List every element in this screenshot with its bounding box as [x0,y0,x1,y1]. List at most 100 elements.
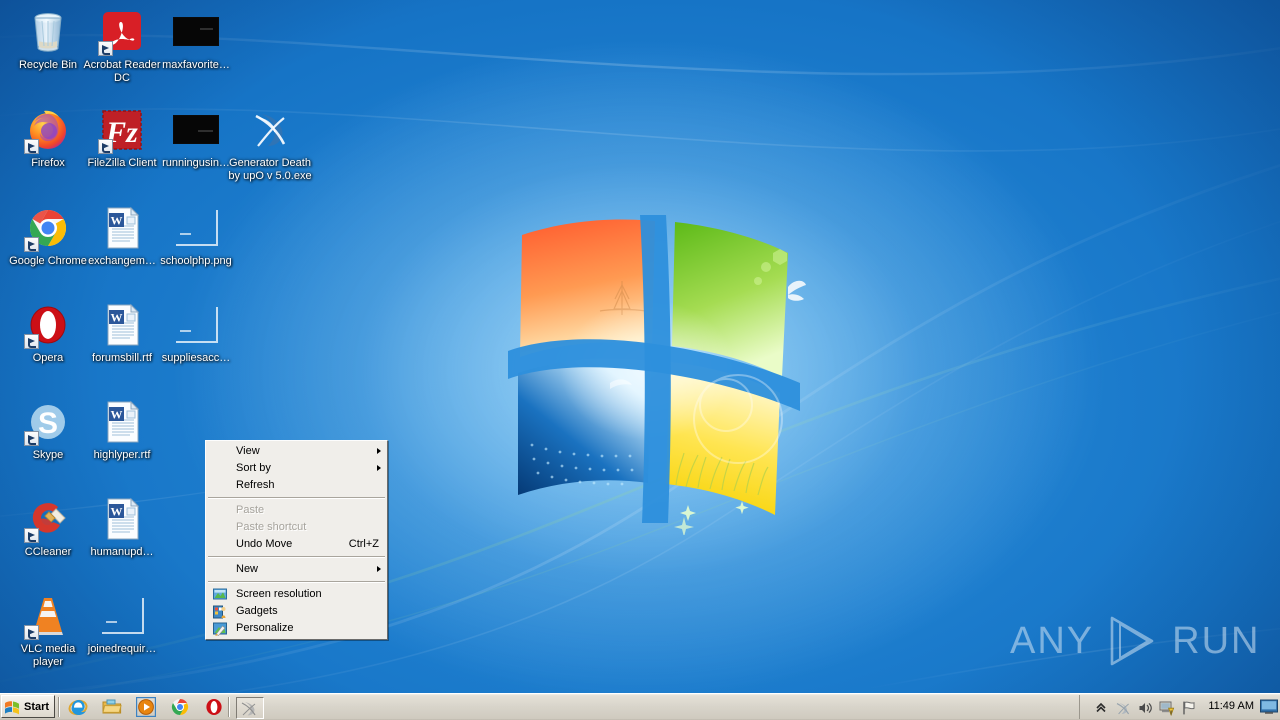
tray-icon-volume[interactable] [1134,697,1156,717]
taskbar-clock[interactable]: 11:49 AM [1208,700,1254,712]
black-thumbnail-icon [172,8,220,56]
desktop-icon-label: VLC media player [20,643,76,668]
svg-text:W: W [111,311,123,325]
desktop-icon-schoolphp-png[interactable]: schoolphp.png [154,204,238,268]
blank-image-icon [98,592,146,640]
desktop-icon-skype[interactable]: S Skype [6,398,90,462]
blank-image-icon [172,301,220,349]
desktop-icon-generator-death-by-upo[interactable]: Generator Death by upO v 5.0.exe [222,106,318,182]
chevron-right-icon [377,448,381,454]
start-button[interactable]: Start [1,695,55,718]
menu-item-label: View [236,445,260,457]
windows-media-player-icon [136,697,156,717]
start-button-label: Start [24,700,50,713]
quicklaunch-windows-explorer[interactable] [102,697,122,717]
desktop-icon-highlyper-rtf[interactable]: W highlyper.rtf [80,398,164,462]
desktop-icon-label: highlyper.rtf [93,449,151,461]
context-menu-item-refresh[interactable]: Refresh [206,477,387,494]
menu-separator [208,581,385,583]
show-hidden-icons-chevron-icon[interactable] [1090,697,1112,717]
desktop-icon-layer: Recycle Bin Acrobat Reader DC maxfavorit… [0,0,1280,720]
desktop-icon-suppliesacc[interactable]: suppliesacc… [154,301,238,365]
tray-icon-action-center-flag[interactable] [1178,697,1200,717]
desktop-icon-label: Skype [32,449,64,461]
context-menu-item-sort-by[interactable]: Sort by [206,460,387,477]
taskbar-divider [58,697,60,717]
shortcut-overlay-icon [24,334,39,349]
menu-item-label: Paste [236,504,265,516]
desktop-icon-recycle-bin[interactable]: Recycle Bin [6,8,90,72]
context-menu-item-screen-resolution[interactable]: Screen resolution [206,586,387,603]
context-menu-item-paste-shortcut: Paste shortcut [206,519,387,536]
taskbar-button-generator-death-by-upo[interactable] [236,697,264,719]
shortcut-overlay-icon [24,139,39,154]
desktop-icon-label: CCleaner [24,546,72,558]
desktop-icon-label: forumsbill.rtf [92,352,152,364]
word-document-icon: W [98,398,146,446]
quicklaunch-windows-media-player[interactable] [136,697,156,717]
skype-icon: S [24,398,72,446]
desktop-icon-filezilla-client[interactable]: Fz FileZilla Client [80,106,164,170]
menu-item-label: Undo Move [236,538,293,550]
system-tray: 11:49 AM [1079,695,1280,719]
desktop-icon-google-chrome[interactable]: Google Chrome [6,204,90,268]
blank-image-icon [172,204,220,252]
menu-item-label: Sort by [236,462,271,474]
quicklaunch-google-chrome[interactable] [170,697,190,717]
taskbar: Start 11:49 AM [0,693,1280,720]
desktop-icon-acrobat-reader-dc[interactable]: Acrobat Reader DC [80,8,164,84]
desktop-icon-label: Acrobat Reader DC [83,59,161,84]
menu-item-label: Screen resolution [236,588,322,600]
desktop-screen: ANY RUN Recycle Bin Acrobat Reader DC ma… [0,0,1280,720]
context-menu-item-gadgets[interactable]: Gadgets [206,603,387,620]
desktop-icon-label: joinedrequir… [87,643,157,655]
menu-item-label: Paste shortcut [236,521,307,533]
desktop-icon-humanupd[interactable]: W humanupd… [80,495,164,559]
internet-explorer-icon [68,699,88,716]
desktop-icon-maxfavorite[interactable]: maxfavorite… [154,8,238,72]
desktop-context-menu[interactable]: View Sort by Refresh Paste Paste shortcu… [205,440,388,640]
tray-icon-generator[interactable] [1112,697,1134,717]
desktop-icon-label: exchangem… [88,255,156,267]
shortcut-overlay-icon [98,139,113,154]
context-menu-item-personalize[interactable]: Personalize [206,620,387,637]
chrome-icon [171,698,189,716]
shortcut-overlay-icon [24,528,39,543]
show-desktop-button[interactable] [1260,699,1278,715]
menu-item-label: Personalize [236,622,294,634]
shortcut-overlay-icon [98,41,113,56]
black-thumbnail-icon [172,106,220,154]
desktop-icon-label: Firefox [31,157,65,169]
context-menu-item-view[interactable]: View [206,443,387,460]
desktop-icon-firefox[interactable]: Firefox [6,106,90,170]
desktop-icon-joinedrequir[interactable]: joinedrequir… [80,592,164,656]
personalize-icon [213,622,227,636]
context-menu-item-undo-move[interactable]: Undo Move Ctrl+Z [206,536,387,553]
quicklaunch-internet-explorer[interactable] [68,697,88,717]
opera-icon [206,699,222,715]
windows-explorer-icon [102,699,122,714]
firefox-icon [24,106,72,154]
desktop-icon-vlc-media-player[interactable]: VLC media player [6,592,90,668]
desktop-icon-ccleaner[interactable]: CCleaner [6,495,90,559]
chevron-right-icon [377,465,381,471]
svg-text:W: W [111,505,123,519]
desktop-icon-forumsbill-rtf[interactable]: W forumsbill.rtf [80,301,164,365]
context-menu-item-new[interactable]: New [206,561,387,578]
menu-separator [208,497,385,499]
recycle-bin-icon [24,8,72,56]
menu-item-label: New [236,563,259,575]
desktop-icon-opera[interactable]: Opera [6,301,90,365]
menu-item-shortcut: Ctrl+Z [348,538,379,550]
shortcut-overlay-icon [24,625,39,640]
desktop-icon-exchangem[interactable]: W exchangem… [80,204,164,268]
quicklaunch-opera[interactable] [204,697,224,717]
word-document-icon: W [98,495,146,543]
chrome-icon [24,204,72,252]
desktop-icon-label: Opera [32,352,64,364]
desktop-icon-label: Generator Death by upO v 5.0.exe [228,157,312,182]
tray-icon-network-warning[interactable] [1156,697,1178,717]
desktop-icon-label: suppliesacc… [161,352,231,364]
word-document-icon: W [98,301,146,349]
generator-b-icon [241,702,256,716]
